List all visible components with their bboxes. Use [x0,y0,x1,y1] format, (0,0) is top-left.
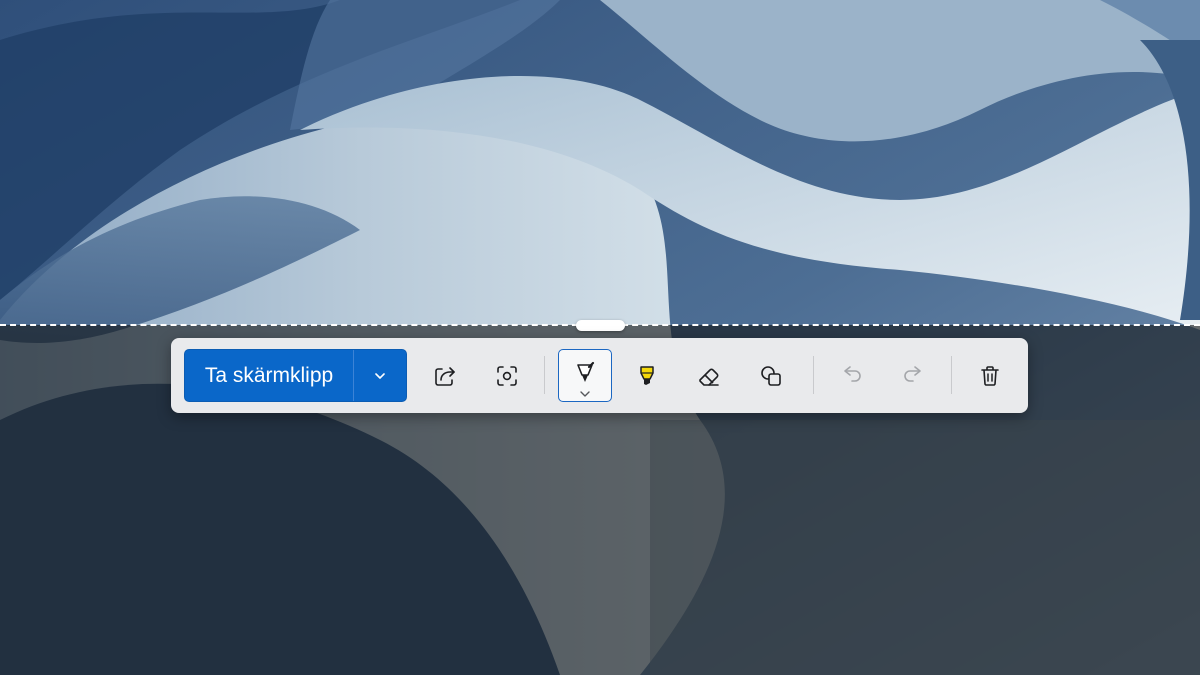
toolbar-separator [951,356,952,394]
pen-options-chevron-icon [580,391,590,397]
shapes-button[interactable] [744,349,798,402]
ballpoint-pen-button[interactable] [558,349,612,402]
undo-icon [844,365,861,382]
ballpoint-pen-icon [577,361,595,382]
highlighter-icon [640,365,654,385]
take-screenshot-label: Ta skärmklipp [204,363,334,387]
selection-resize-handle[interactable] [576,320,625,331]
chevron-down-icon [375,372,385,379]
capture-split-button: Ta skärmklipp [184,349,407,402]
visual-search-icon [497,365,517,386]
eraser-icon [699,368,719,386]
share-button[interactable] [418,349,472,402]
take-screenshot-button[interactable]: Ta skärmklipp [185,350,353,401]
trash-icon [981,365,999,386]
shapes-icon [761,365,781,386]
capture-mode-dropdown[interactable] [354,350,406,401]
toolbar-separator [544,356,545,394]
eraser-button[interactable] [682,349,736,402]
share-icon [435,366,455,386]
snipping-toolbar: Ta skärmklipp [171,338,1028,413]
visual-search-button[interactable] [480,349,534,402]
highlighter-button[interactable] [620,349,674,402]
delete-button[interactable] [963,349,1017,402]
redo-icon [904,365,921,382]
redo-button[interactable] [886,349,940,402]
toolbar-separator [813,356,814,394]
undo-button[interactable] [825,349,879,402]
